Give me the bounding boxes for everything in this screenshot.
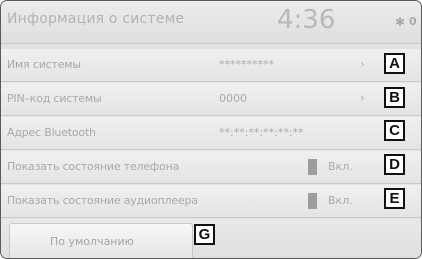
default-button[interactable]: По умолчанию [9, 223, 193, 258]
toggle-state: Вкл. [328, 160, 353, 173]
toggle-indicator[interactable] [308, 193, 317, 209]
bluetooth-address-label: Адрес Bluetooth [7, 126, 96, 139]
callout-badge: D [384, 154, 405, 175]
callout-badge: C [384, 120, 405, 141]
callout-badge: A [384, 53, 405, 74]
clock: 4:36 [277, 5, 336, 35]
show-audio-status-row[interactable]: Показать состояние аудиоплеера Вкл. [1, 185, 421, 218]
system-name-label: Имя системы [7, 58, 81, 71]
bluetooth-address-row: Адрес Bluetooth **:**:**:**:**:** [1, 117, 421, 150]
show-audio-status-label: Показать состояние аудиоплеера [7, 194, 198, 207]
header-bar: Информация о системе 4:36 ✱ 0 [1, 1, 421, 44]
page-title: Информация о системе [7, 11, 185, 27]
system-pin-row[interactable]: PIN–код системы 0000 › [1, 83, 421, 116]
show-phone-status-label: Показать состояние телефона [7, 160, 180, 173]
bluetooth-icon: ✱ [395, 15, 406, 29]
default-button-label: По умолчанию [50, 235, 134, 248]
system-pin-value: 0000 [219, 92, 247, 105]
callout-badge: G [194, 224, 215, 245]
bluetooth-status-icon: 0 [409, 15, 417, 28]
toggle-state: Вкл. [328, 194, 353, 207]
system-name-row[interactable]: Имя системы ********** › [1, 49, 421, 82]
system-name-value: ********** [219, 58, 274, 71]
callout-badge: B [384, 87, 405, 108]
show-phone-status-row[interactable]: Показать состояние телефона Вкл. [1, 151, 421, 184]
system-info-screen: Информация о системе 4:36 ✱ 0 Имя систем… [0, 0, 422, 259]
toggle-indicator[interactable] [308, 159, 317, 175]
chevron-right-icon: › [360, 57, 365, 71]
system-pin-label: PIN–код системы [7, 92, 102, 105]
chevron-right-icon: › [360, 91, 365, 105]
callout-badge: E [384, 188, 405, 209]
bluetooth-address-value: **:**:**:**:**:** [219, 126, 304, 139]
